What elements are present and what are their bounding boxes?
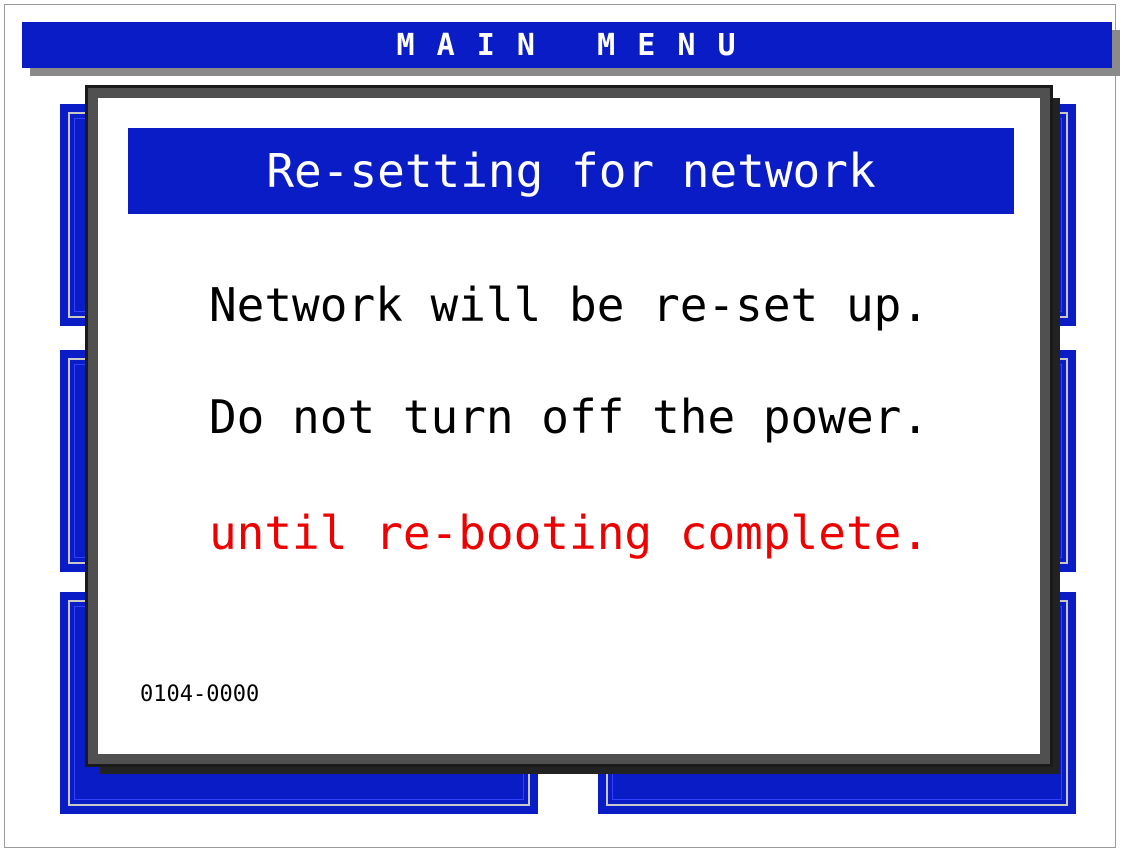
status-code: 0104-0000 [140,682,260,707]
network-reset-dialog: Re-setting for network Network will be r… [85,85,1053,767]
message-network-reset: Network will be re-set up. [208,278,930,332]
message-power-warning: Do not turn off the power. [208,390,930,444]
message-reboot-warning: until re-booting complete. [208,506,930,560]
dialog-title: Re-setting for network [128,128,1014,214]
main-menu-title-bar: M A I N M E N U [22,22,1112,68]
